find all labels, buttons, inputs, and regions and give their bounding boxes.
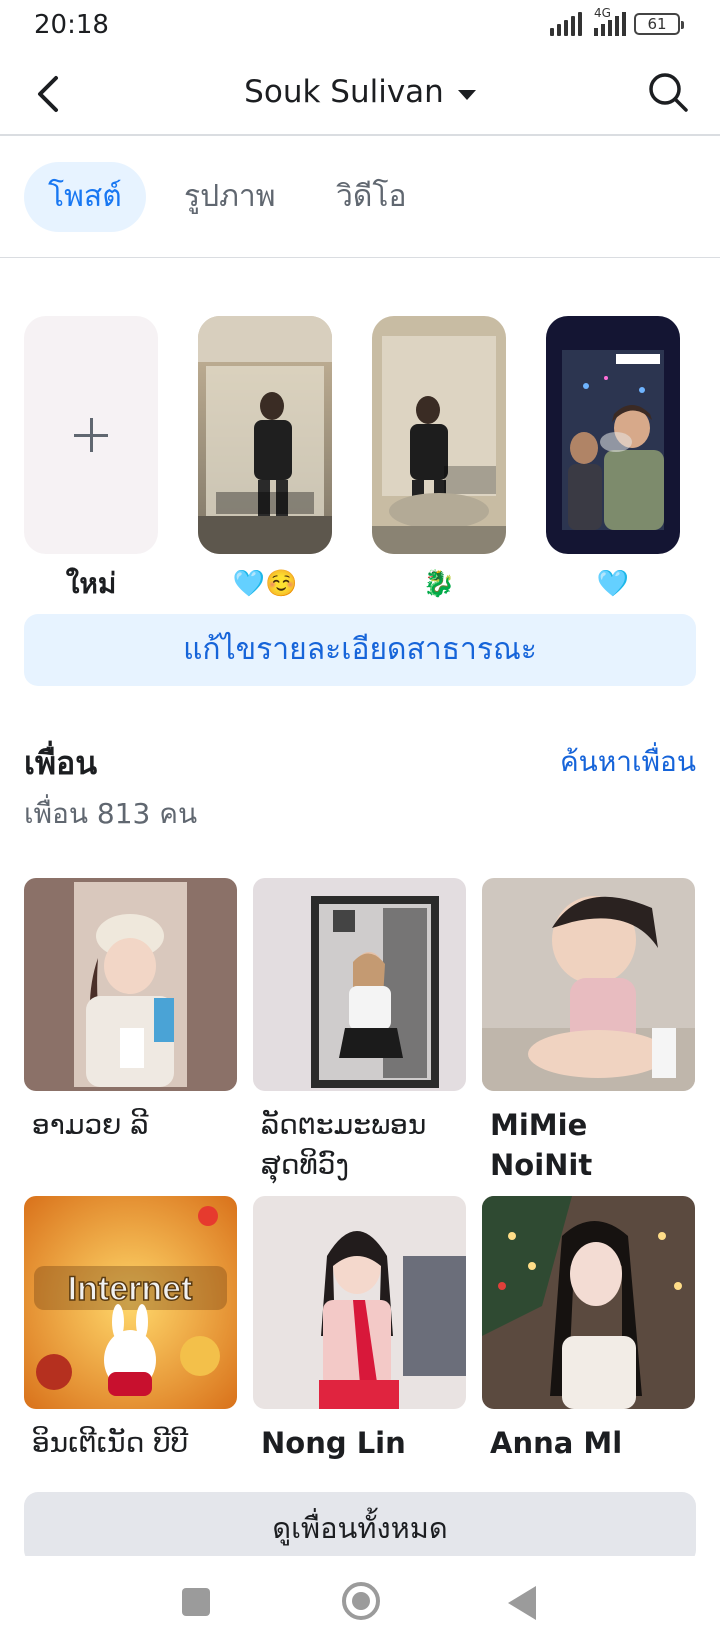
home-icon[interactable] <box>342 1582 380 1620</box>
highlight-label: 🩵 <box>596 569 630 599</box>
friend-photo[interactable]: Internet <box>24 1196 237 1409</box>
new-highlight-card[interactable] <box>24 316 158 554</box>
highlight-label: 🐉 <box>422 569 456 599</box>
see-all-friends-button[interactable]: ดูเพื่อนทั้งหมด <box>24 1492 696 1564</box>
friend-card[interactable]: Anna Ml <box>482 1196 695 1463</box>
friend-photo[interactable] <box>253 1196 466 1409</box>
tab-posts[interactable]: โพสต์ <box>24 162 146 232</box>
profile-header: Souk Sulivan <box>0 54 720 136</box>
friend-card[interactable]: ລັດຕະມະພອນ ສຸດທິວົງ <box>253 878 466 1185</box>
friend-card[interactable]: Internet ອິນເຕີເນັດ ບີບີ <box>24 1196 237 1463</box>
find-friends-link[interactable]: ค้นหาเพื่อน <box>560 740 696 784</box>
page-title: Souk Sulivan <box>244 74 444 110</box>
friend-name[interactable]: ລັດຕະມະພອນ ສຸດທິວົງ <box>253 1105 466 1185</box>
svg-text:Internet: Internet <box>68 1270 193 1308</box>
status-time: 20:18 <box>34 10 109 40</box>
profile-tabs: โพสต์ รูปภาพ วิดีโอ <box>0 136 720 258</box>
caret-down-icon <box>457 89 476 100</box>
edit-public-details-button[interactable]: แก้ไขรายละเอียดสาธารณะ <box>24 614 696 686</box>
highlight-item[interactable]: 🐉 <box>372 316 506 602</box>
battery-icon: 61 <box>634 13 684 35</box>
highlight-thumbnail[interactable] <box>372 316 506 554</box>
recent-apps-icon[interactable] <box>182 1588 210 1616</box>
friend-card[interactable]: Nong Lin <box>253 1196 466 1463</box>
highlight-item[interactable]: 🩵☺️ <box>198 316 332 602</box>
tab-videos[interactable]: วิดีโอ <box>312 162 430 232</box>
plus-icon <box>74 418 108 452</box>
friend-photo[interactable] <box>253 878 466 1091</box>
highlight-new[interactable]: ใหม่ <box>24 316 158 602</box>
friend-name[interactable]: MiMie NoiNit <box>482 1105 695 1185</box>
highlight-item[interactable]: 🩵 <box>546 316 680 602</box>
tab-photos[interactable]: รูปภาพ <box>160 162 300 232</box>
friend-photo[interactable] <box>482 1196 695 1409</box>
friends-section-title: เพื่อน <box>24 744 98 782</box>
highlight-thumbnail[interactable] <box>198 316 332 554</box>
friend-photo[interactable] <box>482 878 695 1091</box>
friend-name[interactable]: Nong Lin <box>253 1423 466 1463</box>
system-nav-bar <box>0 1556 720 1650</box>
profile-switcher[interactable]: Souk Sulivan <box>0 74 720 110</box>
status-indicators: 4G 61 <box>550 6 684 36</box>
network-type: 4G <box>594 6 611 20</box>
featured-highlights: ใหม่ 🩵☺️ 🐉 🩵 <box>24 316 704 606</box>
highlight-thumbnail[interactable] <box>546 316 680 554</box>
status-bar: 20:18 4G 61 <box>0 0 720 54</box>
friend-card[interactable]: ອາມວຍ ລີ <box>24 878 237 1145</box>
signal-icon <box>550 12 582 36</box>
search-icon[interactable] <box>646 70 690 114</box>
friend-name[interactable]: ອິນເຕີເນັດ ບີບີ <box>24 1423 237 1463</box>
friend-name[interactable]: ອາມວຍ ລີ <box>24 1105 237 1145</box>
friend-photo[interactable] <box>24 878 237 1091</box>
friend-name[interactable]: Anna Ml <box>482 1423 695 1463</box>
mobile-data-icon: 4G <box>590 6 626 36</box>
battery-level: 61 <box>647 15 667 33</box>
back-triangle-icon[interactable] <box>508 1586 536 1620</box>
friend-card[interactable]: MiMie NoiNit <box>482 878 695 1185</box>
highlight-label: ใหม่ <box>65 567 117 600</box>
highlight-label: 🩵☺️ <box>232 569 298 599</box>
friends-count: เพื่อน 813 คน <box>24 797 198 830</box>
